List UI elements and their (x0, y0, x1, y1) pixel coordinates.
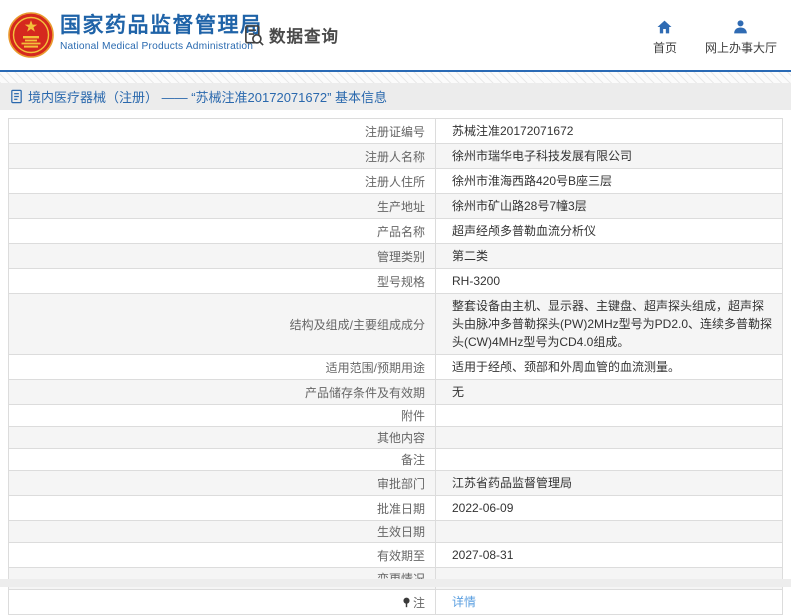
nav-service-hall-label: 网上办事大厅 (705, 39, 777, 56)
table-row: 适用范围/预期用途适用于经颅、颈部和外周血管的血流测量。 (9, 355, 783, 380)
page-header: 国家药品监督管理局 National Medical Products Admi… (0, 0, 791, 70)
table-row: 有效期至 2027-08-31 (9, 543, 783, 568)
table-row: 注 详情 (9, 590, 783, 615)
nav-service-hall[interactable]: 网上办事大厅 (705, 19, 777, 56)
row-label-text: 适用范围/预期用途 (326, 359, 425, 376)
row-label: 附件 (9, 405, 436, 427)
home-icon (656, 19, 673, 35)
row-label: 生产地址 (9, 194, 436, 219)
row-value: 详情 (436, 590, 783, 615)
table-row: 附件 (9, 405, 783, 427)
row-label: 注册证编号 (9, 119, 436, 144)
row-value: 徐州市矿山路28号7幢3层 (436, 194, 783, 219)
row-label: 有效期至 (9, 543, 436, 568)
row-label: 注册人名称 (9, 144, 436, 169)
breadcrumb-bar: 境内医疗器械（注册） —— “苏械注准20172071672” 基本信息 (0, 83, 791, 110)
row-value: 徐州市淮海西路420号B座三层 (436, 169, 783, 194)
agency-title-cn: 国家药品监督管理局 (60, 13, 263, 39)
data-query-section[interactable]: 数据查询 (243, 23, 339, 47)
registration-detail-table-wrap: 注册证编号苏械注准20172071672注册人名称徐州市瑞华电子科技发展有限公司… (8, 118, 783, 615)
top-nav: 首页 网上办事大厅 (653, 19, 777, 56)
table-row: 注册证编号苏械注准20172071672 (9, 119, 783, 144)
row-label-text: 注册人住所 (365, 173, 425, 190)
row-label-text: 型号规格 (377, 273, 425, 290)
row-label: 其他内容 (9, 427, 436, 449)
agency-title-en: National Medical Products Administration (60, 41, 263, 52)
national-emblem-logo (8, 12, 54, 58)
row-value: 第二类 (436, 244, 783, 269)
row-label-text: 注册人名称 (365, 148, 425, 165)
table-row: 型号规格 RH-3200 (9, 269, 783, 294)
row-value (436, 427, 783, 449)
table-row: 生效日期 (9, 521, 783, 543)
table-row: 批准日期 2022-06-09 (9, 496, 783, 521)
row-label-text: 生产地址 (377, 198, 425, 215)
row-label-text: 批准日期 (377, 500, 425, 517)
detail-link[interactable]: 详情 (452, 595, 476, 609)
row-label: 备注 (9, 449, 436, 471)
data-query-label: 数据查询 (269, 23, 339, 47)
row-label: 产品储存条件及有效期 (9, 380, 436, 405)
row-value (436, 521, 783, 543)
row-value: 超声经颅多普勒血流分析仪 (436, 219, 783, 244)
row-label-text: 其他内容 (377, 429, 425, 446)
row-label: 适用范围/预期用途 (9, 355, 436, 380)
row-label-text: 管理类别 (377, 248, 425, 265)
breadcrumb: 境内医疗器械（注册） —— “苏械注准20172071672” 基本信息 (28, 87, 387, 106)
row-value: 2022-06-09 (436, 496, 783, 521)
row-label-text: 产品储存条件及有效期 (305, 384, 425, 401)
row-label-text: 注册证编号 (365, 123, 425, 140)
row-value: 徐州市瑞华电子科技发展有限公司 (436, 144, 783, 169)
table-row: 备注 (9, 449, 783, 471)
registration-detail-table: 注册证编号苏械注准20172071672注册人名称徐州市瑞华电子科技发展有限公司… (8, 118, 783, 615)
table-row: 产品名称超声经颅多普勒血流分析仪 (9, 219, 783, 244)
row-value: 适用于经颅、颈部和外周血管的血流测量。 (436, 355, 783, 380)
national-emblem-icon (8, 12, 54, 58)
nav-home[interactable]: 首页 (653, 19, 677, 56)
table-row: 结构及组成/主要组成成分整套设备由主机、显示器、主键盘、超声探头组成，超声探头由… (9, 294, 783, 355)
table-row: 生产地址徐州市矿山路28号7幢3层 (9, 194, 783, 219)
table-row: 注册人住所徐州市淮海西路420号B座三层 (9, 169, 783, 194)
row-value: 苏械注准20172071672 (436, 119, 783, 144)
hatch-band (0, 72, 791, 83)
row-label: 产品名称 (9, 219, 436, 244)
row-value: 2027-08-31 (436, 543, 783, 568)
row-value (436, 405, 783, 427)
footer-strip (0, 579, 791, 587)
nav-home-label: 首页 (653, 39, 677, 56)
row-label-text: 有效期至 (377, 547, 425, 564)
row-label: 型号规格 (9, 269, 436, 294)
row-label-text: 结构及组成/主要组成成分 (290, 316, 425, 333)
page-icon (9, 89, 24, 104)
table-row: 注册人名称徐州市瑞华电子科技发展有限公司 (9, 144, 783, 169)
row-value (436, 449, 783, 471)
row-label-text: 附件 (401, 407, 425, 424)
row-label: 生效日期 (9, 521, 436, 543)
agency-title-block: 国家药品监督管理局 National Medical Products Admi… (60, 13, 263, 52)
note-icon (402, 597, 411, 608)
row-label: 结构及组成/主要组成成分 (9, 294, 436, 355)
document-search-icon (243, 24, 266, 47)
row-label-text: 审批部门 (377, 475, 425, 492)
row-label: 管理类别 (9, 244, 436, 269)
row-label: 注 (9, 590, 436, 615)
person-icon (732, 19, 749, 35)
row-label-text: 产品名称 (377, 223, 425, 240)
row-value: 整套设备由主机、显示器、主键盘、超声探头组成，超声探头由脉冲多普勒探头(PW)2… (436, 294, 783, 355)
table-row: 产品储存条件及有效期无 (9, 380, 783, 405)
row-label: 批准日期 (9, 496, 436, 521)
table-row: 其他内容 (9, 427, 783, 449)
row-value: 江苏省药品监督管理局 (436, 471, 783, 496)
row-value: 无 (436, 380, 783, 405)
row-label: 注册人住所 (9, 169, 436, 194)
row-label-text: 生效日期 (377, 523, 425, 540)
row-label: 审批部门 (9, 471, 436, 496)
table-row: 管理类别第二类 (9, 244, 783, 269)
row-label-text: 注 (413, 594, 425, 611)
row-label-text: 备注 (401, 451, 425, 468)
row-value: RH-3200 (436, 269, 783, 294)
table-row: 审批部门江苏省药品监督管理局 (9, 471, 783, 496)
